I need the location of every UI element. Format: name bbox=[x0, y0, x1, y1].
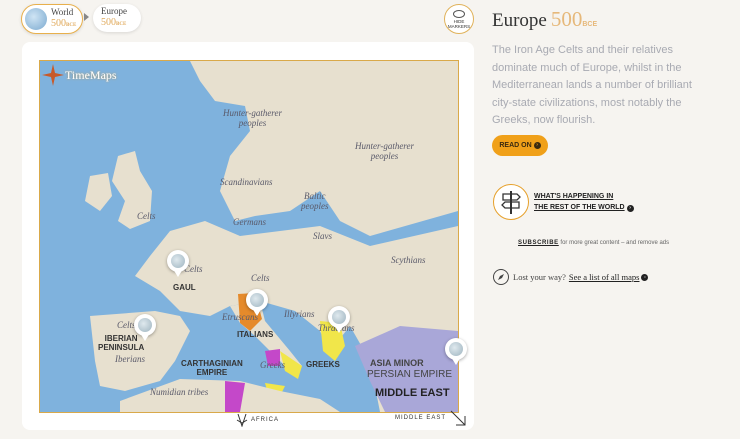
breadcrumb-separator-icon bbox=[84, 13, 89, 21]
label-carthaginian-empire: CARTHAGINIAN EMPIRE bbox=[181, 359, 243, 377]
label-illyrians: Illyrians bbox=[284, 309, 315, 319]
title-era: BCE bbox=[582, 21, 598, 28]
arrow-right-circle-icon: › bbox=[641, 273, 649, 281]
label-greeks-italy: Greeks bbox=[260, 360, 286, 370]
label-celts-north: Celts bbox=[137, 211, 156, 221]
label-slavs: Slavs bbox=[313, 231, 332, 241]
arrow-down-icon bbox=[236, 413, 248, 427]
label-numidian-tribes: Numidian tribes bbox=[150, 387, 209, 397]
label-hunter-gatherers-2: Hunter-gatherer peoples bbox=[355, 141, 414, 161]
map-marker-italy[interactable] bbox=[246, 289, 268, 316]
page-title: Europe 500BCE bbox=[492, 7, 597, 32]
breadcrumb-europe[interactable]: Europe 500BCE bbox=[93, 4, 141, 32]
label-asia-minor: ASIA MINOR bbox=[370, 358, 424, 368]
read-on-button[interactable]: READ ON › bbox=[492, 135, 548, 156]
arrow-right-circle-icon: › bbox=[533, 142, 541, 149]
crumb-europe-name: Europe bbox=[101, 6, 127, 16]
all-maps-link[interactable]: See a list of all maps bbox=[569, 272, 640, 282]
rest-of-world-link[interactable]: WHAT'S HAPPENING IN THE REST OF THE WORL… bbox=[493, 184, 634, 220]
hide-markers-label-2: MARKERS bbox=[447, 23, 471, 29]
hide-markers-button[interactable]: HIDE MARKERS bbox=[444, 4, 474, 34]
subscribe-line: SUBSCRIBE for more great content – and r… bbox=[518, 240, 669, 246]
arrow-right-circle-icon: › bbox=[626, 205, 634, 212]
lost-your-way: Lost your way? See a list of all maps › bbox=[493, 269, 649, 285]
rest-of-world-line1: WHAT'S HAPPENING IN bbox=[534, 193, 614, 200]
crumb-world-name: World bbox=[51, 7, 74, 17]
signpost-icon bbox=[493, 184, 529, 220]
label-scandinavians: Scandinavians bbox=[220, 177, 273, 187]
rest-of-world-line2: THE REST OF THE WORLD bbox=[534, 204, 625, 211]
intro-text: The Iron Age Celts and their relatives d… bbox=[492, 44, 692, 126]
label-scythians: Scythians bbox=[391, 255, 426, 265]
nav-africa-link[interactable]: AFRICA bbox=[236, 413, 279, 427]
eye-off-icon bbox=[453, 9, 465, 18]
label-italians: ITALIANS bbox=[237, 330, 274, 339]
world-globe-icon bbox=[25, 8, 47, 30]
map-marker-gaul[interactable] bbox=[167, 250, 189, 277]
compass-icon bbox=[493, 269, 509, 285]
nav-africa-label: AFRICA bbox=[251, 417, 280, 423]
label-celts-iberia: Celts bbox=[117, 320, 136, 330]
label-persian-empire: PERSIAN EMPIRE bbox=[367, 369, 453, 380]
crumb-world-year: 500BCE bbox=[51, 18, 77, 29]
label-iberian-peninsula: IBERIAN PENINSULA bbox=[98, 334, 145, 352]
nav-middle-east-link[interactable]: MIDDLE EAST bbox=[395, 410, 466, 426]
nav-middle-east-label: MIDDLE EAST bbox=[395, 415, 447, 421]
map-marker-iberia[interactable] bbox=[134, 314, 156, 341]
arrow-southeast-icon bbox=[450, 410, 466, 426]
label-hunter-gatherers-1: Hunter-gatherer peoples bbox=[223, 108, 282, 128]
map-marker-middle-east[interactable] bbox=[445, 338, 467, 365]
compass-rose-icon bbox=[42, 64, 64, 86]
title-year: 500 bbox=[550, 7, 583, 31]
crumb-europe-year: 500BCE bbox=[101, 17, 127, 28]
label-germans: Germans bbox=[233, 217, 266, 227]
subscribe-link[interactable]: SUBSCRIBE bbox=[518, 240, 559, 246]
subscribe-rest: for more great content – and remove ads bbox=[558, 240, 670, 246]
label-iberians: Iberians bbox=[115, 354, 145, 364]
title-region: Europe bbox=[492, 10, 547, 31]
label-middle-east: MIDDLE EAST bbox=[375, 387, 450, 399]
logo-text: TimeMaps bbox=[65, 67, 117, 82]
label-greeks: GREEKS bbox=[306, 360, 340, 369]
label-baltic-peoples: Baltic peoples bbox=[301, 191, 329, 211]
map-marker-greece[interactable] bbox=[328, 306, 350, 333]
lost-text: Lost your way? bbox=[513, 272, 566, 282]
label-gaul: GAUL bbox=[173, 283, 196, 292]
breadcrumb-world[interactable]: World 500BCE bbox=[21, 4, 83, 34]
label-celts-central: Celts bbox=[251, 273, 270, 283]
timemaps-logo: TimeMaps bbox=[42, 64, 117, 86]
read-on-label: READ ON bbox=[499, 142, 532, 149]
